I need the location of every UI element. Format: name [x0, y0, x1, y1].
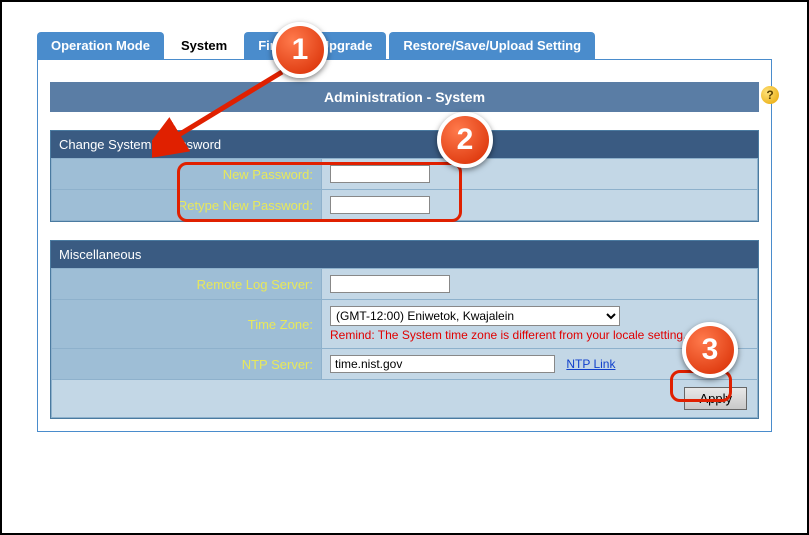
retype-password-cell [322, 190, 758, 221]
apply-row: Apply [52, 380, 758, 418]
remote-log-input[interactable] [330, 275, 450, 293]
tab-restore-save-upload[interactable]: Restore/Save/Upload Setting [389, 32, 595, 59]
apply-button[interactable]: Apply [684, 387, 747, 410]
page-title: Administration - System ? [50, 82, 759, 112]
section-change-password: Change System's Password New Password: R… [50, 130, 759, 222]
ntp-label: NTP Server: [52, 349, 322, 380]
tab-operation-mode[interactable]: Operation Mode [37, 32, 164, 59]
new-password-cell [322, 159, 758, 190]
main-panel: Administration - System ? Change System'… [37, 59, 772, 432]
ntp-link[interactable]: NTP Link [566, 357, 615, 371]
timezone-label: Time Zone: [52, 300, 322, 349]
timezone-select[interactable]: (GMT-12:00) Eniwetok, Kwajalein [330, 306, 620, 326]
page-title-text: Administration - System [324, 89, 485, 105]
annotation-callout-2: 2 [437, 112, 493, 168]
tab-system[interactable]: System [167, 32, 241, 59]
section-miscellaneous: Miscellaneous Remote Log Server: Time Zo… [50, 240, 759, 419]
retype-password-input[interactable] [330, 196, 430, 214]
section-miscellaneous-header: Miscellaneous [51, 241, 758, 268]
annotation-callout-1: 1 [272, 22, 328, 78]
remote-log-label: Remote Log Server: [52, 269, 322, 300]
tab-bar: Operation Mode System Firmware Upgrade R… [37, 32, 772, 59]
ntp-server-input[interactable] [330, 355, 555, 373]
new-password-input[interactable] [330, 165, 430, 183]
section-change-password-header: Change System's Password [51, 131, 758, 158]
retype-password-label: Retype New Password: [52, 190, 322, 221]
remote-log-cell [322, 269, 758, 300]
app-window: Operation Mode System Firmware Upgrade R… [0, 0, 809, 535]
new-password-label: New Password: [52, 159, 322, 190]
annotation-callout-3: 3 [682, 322, 738, 378]
help-icon[interactable]: ? [761, 86, 779, 104]
